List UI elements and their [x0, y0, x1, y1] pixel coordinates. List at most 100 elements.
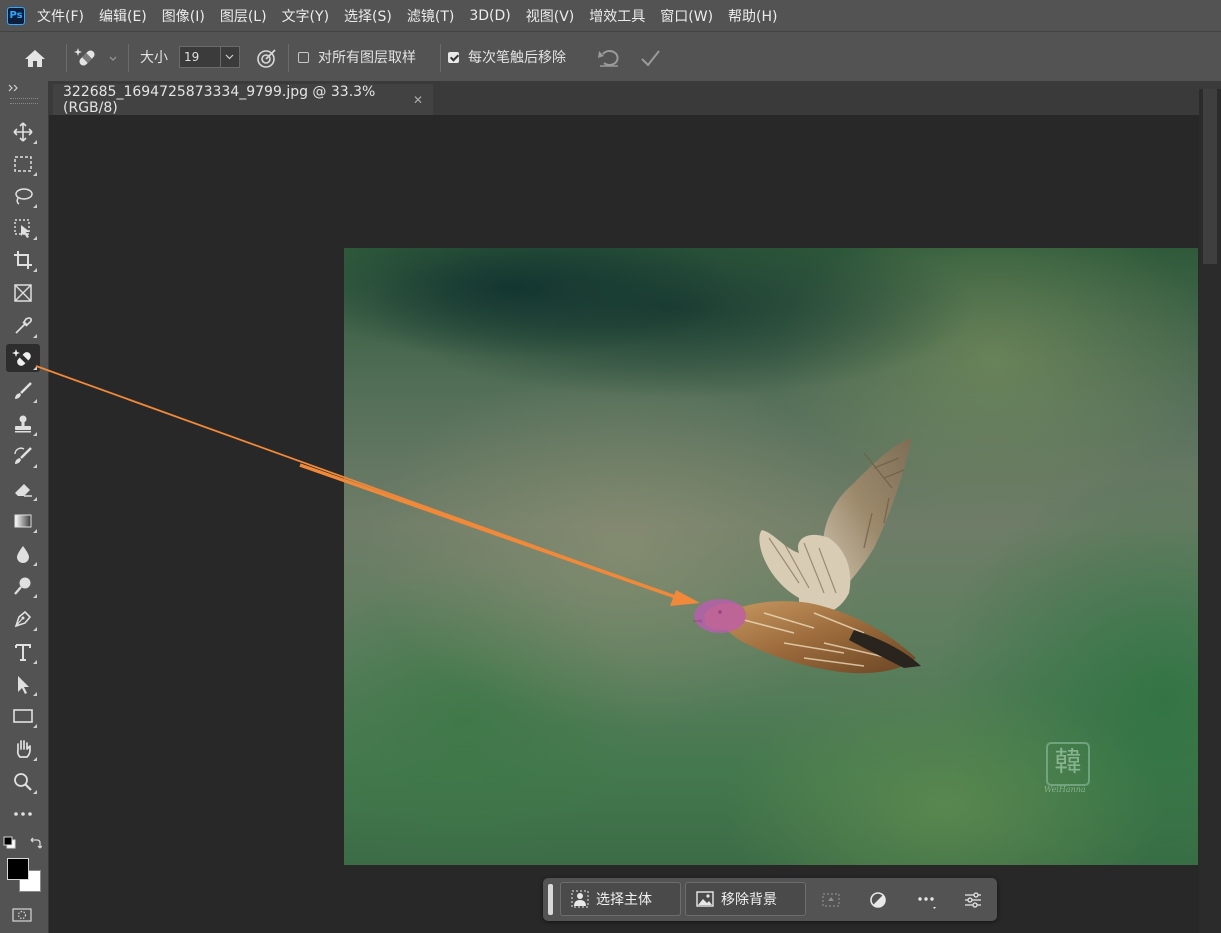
quick-mask-button[interactable] [11, 907, 33, 923]
sliders-icon [965, 892, 981, 908]
remove-background-label: 移除背景 [721, 892, 777, 908]
select-subject-button[interactable]: 选择主体 [560, 882, 681, 916]
rectangle-icon [13, 709, 33, 723]
tools-panel [0, 81, 49, 933]
blur-icon [17, 546, 29, 563]
menu-edit[interactable]: 编辑(E) [99, 6, 147, 26]
tool-preset-picker[interactable] [74, 45, 120, 71]
select-subject-label: 选择主体 [596, 892, 652, 908]
size-label: 大小 [140, 50, 168, 66]
eraser-icon [15, 484, 32, 497]
menu-3d[interactable]: 3D(D) [469, 8, 510, 24]
tool-zoom[interactable] [6, 768, 40, 796]
move-icon [13, 122, 33, 142]
undo-button[interactable] [596, 46, 622, 70]
scrollbar-thumb[interactable] [1203, 89, 1217, 264]
adjustment-layer-icon [870, 892, 886, 908]
menu-image[interactable]: 图像(I) [162, 6, 205, 26]
contextual-task-bar: 选择主体 移除背景 [543, 878, 997, 921]
foreground-color-swatch[interactable] [7, 858, 29, 880]
adjustment-button[interactable] [866, 888, 890, 912]
tool-object-select[interactable] [6, 214, 40, 242]
tool-blur[interactable] [6, 540, 40, 568]
tool-eyedropper[interactable] [6, 312, 40, 340]
tool-more[interactable] [6, 800, 40, 828]
tool-rectangle[interactable] [6, 702, 40, 730]
stamp-icon [15, 415, 31, 433]
menu-view[interactable]: 视图(V) [526, 6, 575, 26]
options-bar: 大小 19 对所有图层取样 每次笔触后移除 [0, 31, 1221, 81]
tool-clone-stamp[interactable] [6, 410, 40, 438]
tool-eraser[interactable] [6, 475, 40, 503]
menu-file[interactable]: 文件(F) [37, 6, 84, 26]
eyedropper-icon [15, 317, 33, 334]
tool-hand[interactable] [6, 735, 40, 763]
tool-frame[interactable] [6, 279, 40, 307]
menu-select[interactable]: 选择(S) [344, 6, 392, 26]
collapse-panel-icon[interactable] [7, 83, 21, 93]
path-select-icon [18, 676, 29, 694]
commit-button[interactable] [638, 46, 664, 70]
menu-filter[interactable]: 滤镜(T) [407, 6, 454, 26]
tool-path-select[interactable] [6, 670, 40, 698]
menu-plugins[interactable]: 增效工具 [589, 6, 645, 26]
chevron-down-icon [225, 54, 234, 60]
object-select-icon [14, 219, 30, 238]
remove-background-button[interactable]: 移除背景 [685, 882, 806, 916]
more-horizontal-icon [918, 897, 936, 909]
taskbar-settings-button[interactable] [961, 888, 985, 912]
tool-dodge[interactable] [6, 572, 40, 600]
zoom-icon [14, 773, 32, 791]
person-select-icon [571, 890, 589, 908]
type-icon [15, 644, 31, 661]
more-tools-icon [14, 812, 32, 816]
history-brush-icon [14, 447, 32, 464]
tool-lasso[interactable] [6, 182, 40, 210]
undo-icon [598, 50, 619, 67]
transform-selection-button[interactable] [819, 888, 843, 912]
swap-colors-icon[interactable] [28, 836, 42, 850]
tool-type[interactable] [6, 638, 40, 666]
signature-watermark: WeiHanna [1044, 785, 1086, 794]
pen-icon [14, 610, 32, 628]
panel-grip[interactable] [10, 98, 38, 104]
tool-history-brush[interactable] [6, 442, 40, 470]
document-tab-bar: 322685_1694725873334_9799.jpg @ 33.3%(RG… [49, 81, 1221, 116]
taskbar-grip[interactable] [548, 884, 553, 915]
frame-icon [14, 284, 32, 302]
seal-watermark: 韓 [1046, 742, 1090, 786]
photoshop-logo: Ps [7, 6, 25, 25]
default-colors-icon[interactable] [3, 836, 17, 850]
size-input[interactable]: 19 [179, 46, 221, 68]
document-image[interactable]: 韓 WeiHanna [344, 248, 1198, 865]
pressure-size-button[interactable] [254, 46, 280, 70]
brush-stroke-mask [694, 599, 746, 633]
home-icon [25, 50, 45, 67]
sample-all-layers-label: 对所有图层取样 [318, 50, 416, 66]
more-options-button[interactable] [914, 888, 938, 912]
menu-type[interactable]: 文字(Y) [282, 6, 329, 26]
menu-bar: Ps 文件(F) 编辑(E) 图像(I) 图层(L) 文字(Y) 选择(S) 滤… [0, 0, 1221, 31]
remove-after-stroke-label: 每次笔触后移除 [468, 50, 566, 66]
tool-gradient[interactable] [6, 507, 40, 535]
sample-all-layers-checkbox[interactable] [298, 52, 309, 63]
menu-layer[interactable]: 图层(L) [220, 6, 267, 26]
tool-remove[interactable] [6, 344, 40, 372]
tool-brush[interactable] [6, 377, 40, 405]
marquee-icon [14, 156, 32, 172]
vertical-scrollbar[interactable] [1199, 89, 1221, 933]
tool-move[interactable] [6, 118, 40, 146]
lasso-icon [15, 188, 33, 205]
size-dropdown[interactable] [221, 46, 240, 68]
tool-pen[interactable] [6, 605, 40, 633]
quick-mask-icon [12, 908, 32, 922]
tool-crop[interactable] [6, 246, 40, 274]
close-tab-icon[interactable]: ✕ [413, 93, 423, 107]
hand-icon [16, 740, 31, 758]
home-button[interactable] [22, 47, 48, 69]
tool-marquee[interactable] [6, 150, 40, 178]
document-tab[interactable]: 322685_1694725873334_9799.jpg @ 33.3%(RG… [53, 84, 433, 116]
menu-window[interactable]: 窗口(W) [660, 6, 713, 26]
remove-after-stroke-checkbox[interactable] [448, 52, 459, 63]
menu-help[interactable]: 帮助(H) [728, 6, 777, 26]
